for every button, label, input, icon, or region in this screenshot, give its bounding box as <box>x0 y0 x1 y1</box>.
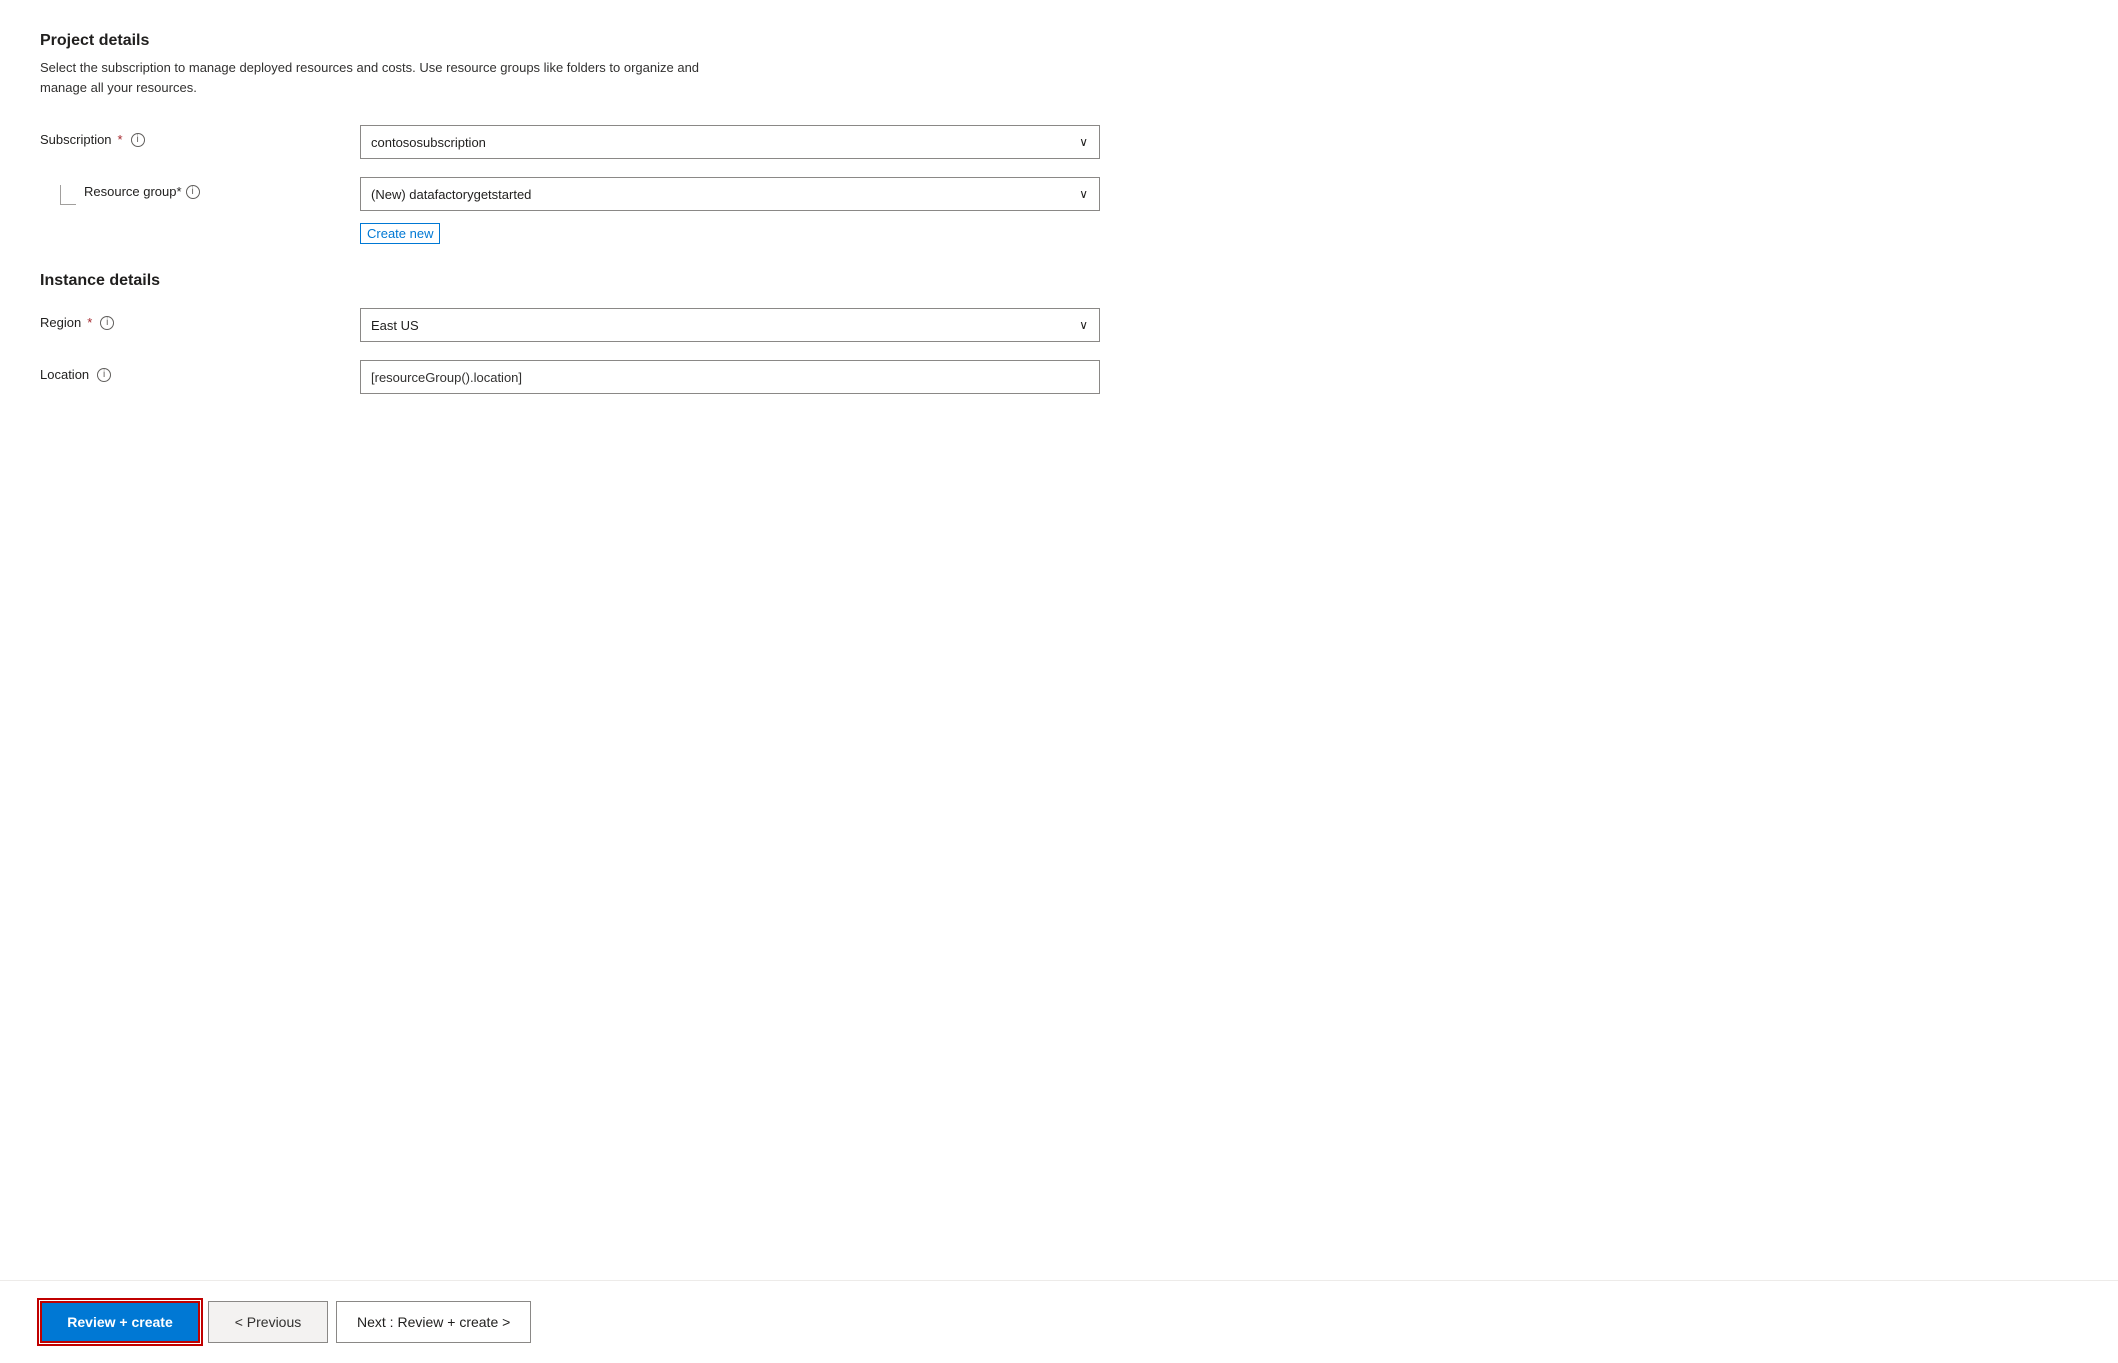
create-new-box: Create new <box>360 217 440 244</box>
resource-group-label: Resource group * i <box>84 177 364 199</box>
project-details-section: Project details Select the subscription … <box>40 32 1160 244</box>
instance-details-section: Instance details Region * i East US Loca… <box>40 272 1160 394</box>
location-row: Location i <box>40 360 1160 394</box>
location-info-icon[interactable]: i <box>97 368 111 382</box>
subscription-select[interactable]: contososubscription <box>360 125 1100 159</box>
region-required: * <box>87 315 92 330</box>
project-details-description: Select the subscription to manage deploy… <box>40 58 740 97</box>
location-input[interactable] <box>360 360 1100 394</box>
region-select-wrapper: East US <box>360 308 1100 342</box>
previous-button[interactable]: < Previous <box>208 1301 328 1343</box>
instance-details-title: Instance details <box>40 272 1160 290</box>
subscription-info-icon[interactable]: i <box>131 133 145 147</box>
review-create-button[interactable]: Review + create <box>40 1301 200 1343</box>
resource-group-select[interactable]: (New) datafactorygetstarted <box>360 177 1100 211</box>
region-row: Region * i East US <box>40 308 1160 342</box>
resource-group-label-container: Resource group * i <box>40 177 360 205</box>
indent-connector <box>60 185 76 205</box>
region-select[interactable]: East US <box>360 308 1100 342</box>
region-info-icon[interactable]: i <box>100 316 114 330</box>
subscription-label: Subscription * i <box>40 125 360 147</box>
resource-group-control: (New) datafactorygetstarted Create new <box>360 177 1100 244</box>
footer: Review + create < Previous Next : Review… <box>0 1280 2118 1363</box>
next-button[interactable]: Next : Review + create > <box>336 1301 531 1343</box>
location-control <box>360 360 1100 394</box>
resource-group-info-icon[interactable]: i <box>186 185 200 199</box>
resource-group-row: Resource group * i (New) datafactorygets… <box>40 177 1160 244</box>
subscription-control: contososubscription <box>360 125 1100 159</box>
main-content: Project details Select the subscription … <box>0 0 1200 1363</box>
create-new-link[interactable]: Create new <box>360 223 440 244</box>
subscription-row: Subscription * i contososubscription <box>40 125 1160 159</box>
subscription-select-wrapper: contososubscription <box>360 125 1100 159</box>
region-control: East US <box>360 308 1100 342</box>
region-label: Region * i <box>40 308 360 330</box>
resource-group-select-wrapper: (New) datafactorygetstarted <box>360 177 1100 211</box>
location-label: Location i <box>40 360 360 382</box>
subscription-required: * <box>118 132 123 147</box>
project-details-title: Project details <box>40 32 1160 50</box>
resource-group-required: * <box>177 184 182 199</box>
